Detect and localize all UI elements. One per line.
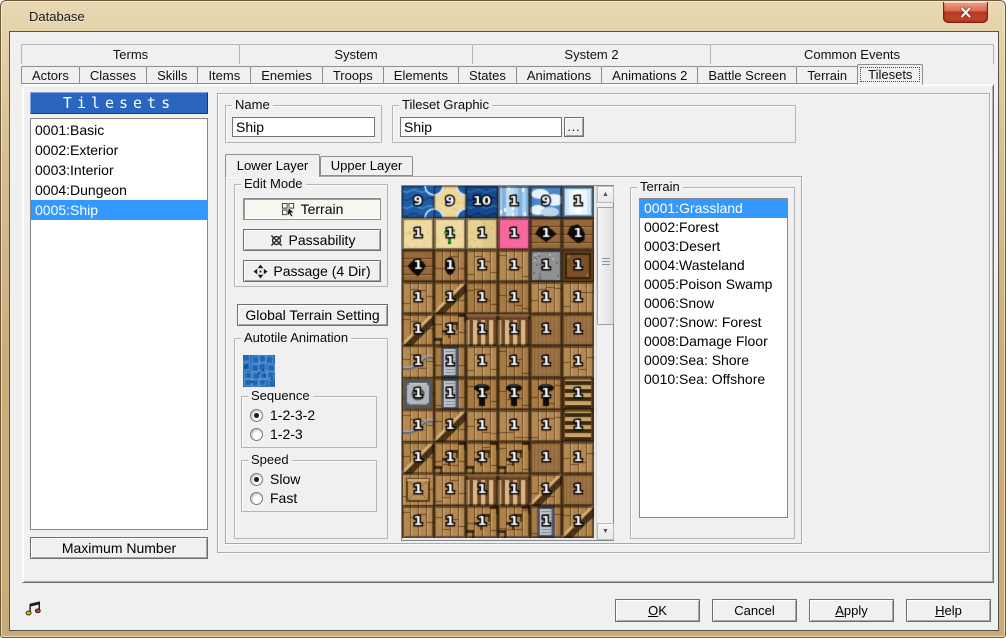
- tab-skills[interactable]: Skills: [146, 66, 198, 84]
- radio-speed-fast[interactable]: Fast: [250, 490, 297, 506]
- edit-mode-group-label: Edit Mode: [241, 177, 306, 191]
- category-tab-row: TermsSystemSystem 2Common Events: [22, 44, 994, 64]
- tab-row: ActorsClassesSkillsItemsEnemiesTroopsEle…: [22, 64, 994, 85]
- sequence-group-label: Sequence: [248, 389, 313, 403]
- terrain-list-item[interactable]: 0010:Sea: Offshore: [640, 370, 787, 389]
- terrain-list-item[interactable]: 0004:Wasteland: [640, 256, 787, 275]
- tab-states[interactable]: States: [458, 66, 517, 84]
- terrain-list-item[interactable]: 0007:Snow: Forest: [640, 313, 787, 332]
- radio-sequence-1-2-3-2[interactable]: 1-2-3-2: [250, 407, 315, 423]
- passability-icon: [269, 233, 284, 248]
- tab-elements[interactable]: Elements: [383, 66, 459, 84]
- tileset-list-item[interactable]: 0001:Basic: [31, 120, 207, 140]
- maximum-number-button[interactable]: Maximum Number: [30, 537, 208, 559]
- tab-lower-layer[interactable]: Lower Layer: [225, 154, 320, 177]
- terrain-list-item[interactable]: 0002:Forest: [640, 218, 787, 237]
- ok-button[interactable]: OK: [615, 599, 700, 622]
- passability-mode-button[interactable]: Passability: [243, 229, 381, 251]
- radio-label: 1-2-3-2: [270, 407, 315, 423]
- terrain-list-item[interactable]: 0008:Damage Floor: [640, 332, 787, 351]
- tileset-list-item[interactable]: 0005:Ship: [31, 200, 207, 220]
- tab-troops[interactable]: Troops: [322, 66, 384, 84]
- terrain-list[interactable]: 0001:Grassland0002:Forest0003:Desert0004…: [639, 198, 788, 518]
- radio-label: Fast: [270, 490, 297, 506]
- radio-label: Slow: [270, 471, 300, 487]
- cancel-button[interactable]: Cancel: [712, 599, 797, 622]
- tileset-graphic-browse-button[interactable]: ...: [564, 117, 584, 137]
- tab-classes[interactable]: Classes: [79, 66, 147, 84]
- autotile-preview: [243, 355, 275, 387]
- global-terrain-setting-button[interactable]: Global Terrain Setting: [237, 304, 388, 326]
- terrain-list-item[interactable]: 0001:Grassland: [640, 199, 787, 218]
- apply-button[interactable]: Apply: [809, 599, 894, 622]
- terrain-group-label: Terrain: [637, 180, 683, 194]
- autotile-animation-group-label: Autotile Animation: [241, 331, 351, 345]
- radio-label: 1-2-3: [270, 426, 303, 442]
- dialog-client-area: TermsSystemSystem 2Common Events ActorsC…: [9, 31, 999, 631]
- radio-button[interactable]: [250, 492, 263, 505]
- scroll-down-button[interactable]: ▼: [597, 523, 614, 540]
- tab-animations[interactable]: Animations: [516, 66, 602, 84]
- radio-button[interactable]: [250, 409, 263, 422]
- tab-tilesets[interactable]: Tilesets: [857, 64, 923, 85]
- radio-sequence-1-2-3[interactable]: 1-2-3: [250, 426, 303, 442]
- edit-mode-group: Edit Mode TerrainPassabilityPassage (4 D…: [234, 184, 388, 287]
- tab-actors[interactable]: Actors: [21, 66, 80, 84]
- tileset-name-input[interactable]: [232, 117, 375, 137]
- tileset-preview-scrollbar[interactable]: ▲ ▼: [596, 186, 613, 540]
- sequence-group: Sequence 1-2-3-21-2-3: [241, 396, 377, 448]
- tileset-graphic-group-label: Tileset Graphic: [399, 98, 492, 112]
- autotile-animation-group: Autotile Animation Sequence 1-2-3-21-2-3…: [234, 338, 388, 539]
- name-group-label: Name: [232, 98, 273, 112]
- close-icon: [959, 7, 972, 18]
- music-note-icon: [25, 599, 43, 617]
- category-tab-system[interactable]: System: [239, 44, 473, 64]
- scrollbar-thumb[interactable]: [597, 207, 614, 325]
- title-bar[interactable]: Database: [1, 1, 1005, 31]
- tileset-graphic-input[interactable]: [400, 117, 562, 137]
- category-tab-terms[interactable]: Terms: [21, 44, 240, 64]
- speed-group-label: Speed: [248, 453, 292, 467]
- tileset-list-item[interactable]: 0004:Dungeon: [31, 180, 207, 200]
- radio-button[interactable]: [250, 428, 263, 441]
- category-tab-system-2[interactable]: System 2: [472, 44, 711, 64]
- terrain-list-item[interactable]: 0005:Poison Swamp: [640, 275, 787, 294]
- tileset-preview[interactable]: ▲ ▼: [401, 185, 614, 541]
- tileset-preview-canvas[interactable]: [402, 186, 594, 538]
- tab-enemies[interactable]: Enemies: [250, 66, 323, 84]
- close-button[interactable]: [943, 2, 988, 23]
- tileset-list-item[interactable]: 0002:Exterior: [31, 140, 207, 160]
- terrain-mode-icon: [281, 202, 296, 217]
- terrain-group: Terrain 0001:Grassland0002:Forest0003:De…: [630, 187, 795, 539]
- tileset-list[interactable]: 0001:Basic0002:Exterior0003:Interior0004…: [30, 118, 208, 530]
- tab-items[interactable]: Items: [197, 66, 251, 84]
- category-tab-common-events[interactable]: Common Events: [710, 44, 994, 64]
- passage-4dir-icon: [253, 264, 268, 279]
- tab-upper-layer[interactable]: Upper Layer: [320, 156, 413, 176]
- tilesets-list-header: Tilesets: [30, 92, 208, 114]
- speed-group: Speed SlowFast: [241, 460, 377, 512]
- terrain-list-item[interactable]: 0003:Desert: [640, 237, 787, 256]
- radio-button[interactable]: [250, 473, 263, 486]
- database-window: Database TermsSystemSystem 2Common Event…: [0, 0, 1006, 638]
- terrain-list-item[interactable]: 0009:Sea: Shore: [640, 351, 787, 370]
- window-title: Database: [29, 9, 85, 24]
- help-button[interactable]: Help: [906, 599, 991, 622]
- terrain-list-item[interactable]: 0006:Snow: [640, 294, 787, 313]
- scroll-up-button[interactable]: ▲: [597, 186, 614, 203]
- passage-4-dir-mode-button[interactable]: Passage (4 Dir): [243, 260, 381, 282]
- terrain-mode-button[interactable]: Terrain: [243, 198, 381, 220]
- tileset-list-item[interactable]: 0003:Interior: [31, 160, 207, 180]
- tab-animations-2[interactable]: Animations 2: [601, 66, 698, 84]
- tab-battle-screen[interactable]: Battle Screen: [697, 66, 797, 84]
- radio-speed-slow[interactable]: Slow: [250, 471, 300, 487]
- tab-terrain[interactable]: Terrain: [796, 66, 858, 84]
